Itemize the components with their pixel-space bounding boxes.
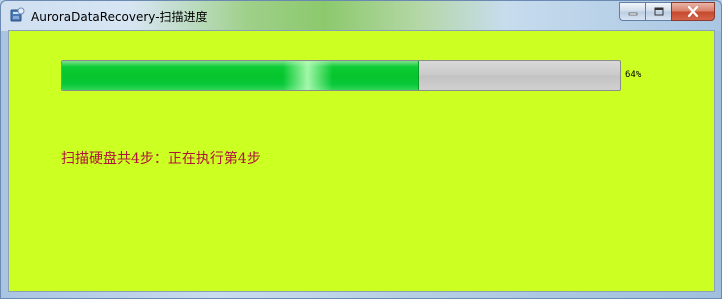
title-bar[interactable]: AuroraDataRecovery-扫描进度	[1, 1, 721, 31]
window-title: AuroraDataRecovery-扫描进度	[31, 10, 208, 24]
scan-progress-bar	[61, 60, 621, 91]
progress-fill	[62, 61, 420, 90]
caption-buttons	[619, 2, 715, 21]
maximize-icon	[654, 7, 663, 16]
close-button[interactable]	[671, 2, 715, 21]
minimize-icon	[628, 12, 637, 15]
maximize-button[interactable]	[645, 2, 671, 21]
close-icon	[687, 6, 699, 17]
progress-percent-label: 64%	[625, 70, 642, 80]
app-icon[interactable]	[9, 7, 25, 23]
minimize-button[interactable]	[619, 2, 645, 21]
scan-status-text: 扫描硬盘共4步：正在执行第4步	[61, 151, 261, 167]
